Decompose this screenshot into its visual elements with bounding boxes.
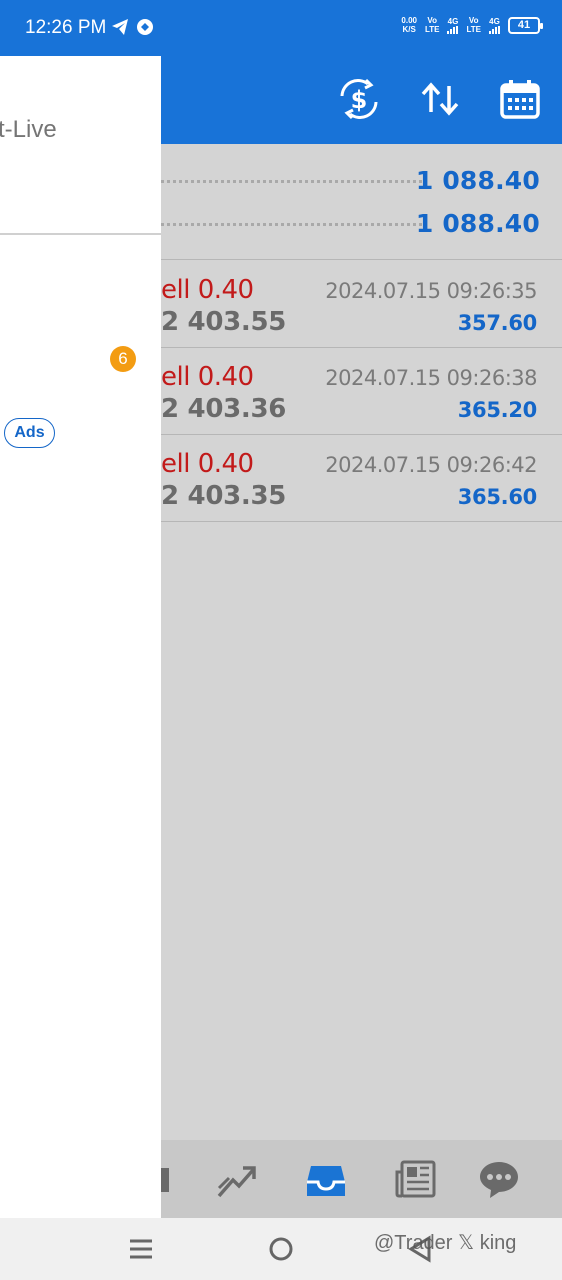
deal-price: 2 403.55	[161, 307, 287, 337]
volte-indicator-2: Vo LTE	[466, 16, 481, 34]
svg-text:$: $	[351, 86, 368, 114]
sort-icon[interactable]	[419, 78, 461, 120]
watermark: @Trader 𝕏 king	[374, 1232, 517, 1254]
trade-chart-icon[interactable]	[215, 1158, 257, 1200]
drawer-divider	[0, 233, 161, 235]
deal-row[interactable]: ell 0.40 2 403.55 2024.07.15 09:26:35 35…	[161, 261, 562, 348]
status-time: 12:26 PM	[25, 17, 107, 38]
deal-profit: 365.20	[457, 398, 538, 422]
divider	[161, 259, 562, 260]
deal-row[interactable]: ell 0.40 2 403.36 2024.07.15 09:26:38 36…	[161, 348, 562, 435]
deal-time: 2024.07.15 09:26:35	[325, 279, 537, 303]
battery-icon: 41	[508, 16, 543, 34]
network-type: 4G	[447, 16, 459, 26]
divider	[161, 521, 562, 522]
summary-value: 1 088.40	[415, 209, 540, 238]
deal-row[interactable]: ell 0.40 2 403.35 2024.07.15 09:26:42 36…	[161, 435, 562, 522]
deal-price: 2 403.35	[161, 481, 287, 511]
deal-time: 2024.07.15 09:26:38	[325, 366, 537, 390]
net-speed: 0.00 K/S	[401, 16, 417, 34]
history-inbox-icon[interactable]	[305, 1158, 347, 1200]
recents-icon[interactable]	[126, 1234, 156, 1264]
deal-profit: 365.60	[457, 485, 538, 509]
deal-time: 2024.07.15 09:26:42	[325, 453, 537, 477]
navigation-drawer: t-Live 6 Ads	[0, 56, 161, 1218]
status-indicators: 0.00 K/S Vo LTE 4G Vo LTE 4G 41	[401, 16, 543, 34]
deal-profit: 357.60	[457, 311, 538, 335]
status-bar: 12:26 PM 0.00 K/S Vo LTE 4G Vo LTE 4G 41	[0, 0, 562, 56]
dotted-leader	[161, 180, 422, 183]
currency-exchange-icon[interactable]: $	[338, 78, 380, 120]
telegram-icon	[112, 19, 128, 35]
deal-type: ell 0.40	[161, 449, 254, 479]
news-icon[interactable]	[395, 1158, 437, 1200]
chat-icon[interactable]	[478, 1158, 520, 1200]
notification-badge: 6	[110, 346, 136, 372]
volte-indicator: Vo LTE	[424, 16, 440, 34]
app-notification-icon	[137, 19, 153, 35]
summary-row: 1 088.40	[161, 201, 562, 245]
home-icon[interactable]	[266, 1234, 296, 1264]
ads-badge[interactable]: Ads	[4, 418, 55, 448]
deal-price: 2 403.36	[161, 394, 287, 424]
signal-icon	[447, 25, 459, 34]
deal-type: ell 0.40	[161, 275, 254, 305]
bottom-nav	[149, 1140, 562, 1218]
network-type-2: 4G	[489, 16, 500, 26]
signal-icon-2	[489, 25, 500, 34]
account-label[interactable]: t-Live	[0, 116, 57, 144]
summary-value: 1 088.40	[415, 166, 540, 195]
dotted-leader	[161, 223, 422, 226]
deal-type: ell 0.40	[161, 362, 254, 392]
calendar-icon[interactable]	[499, 78, 541, 120]
summary-row: 1 088.40	[161, 158, 562, 202]
